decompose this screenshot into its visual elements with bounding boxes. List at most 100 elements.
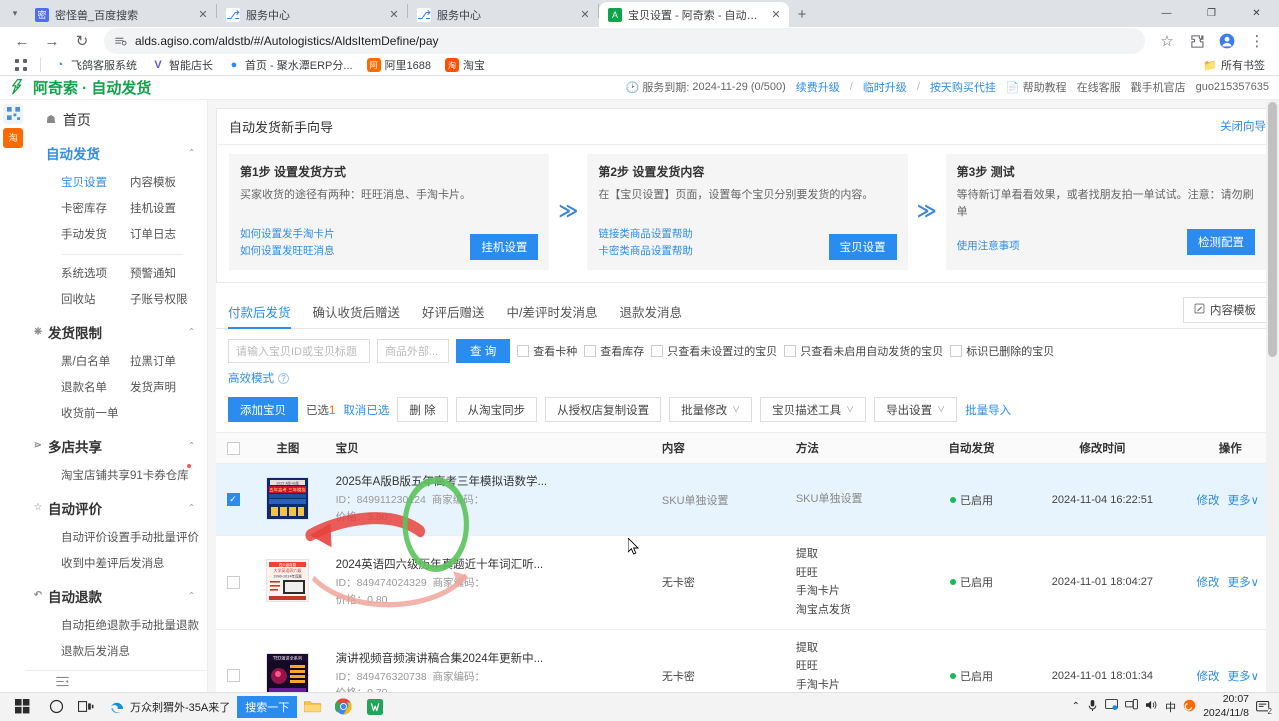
new-tab-button[interactable]: + <box>789 1 815 27</box>
link-temp-upgrade[interactable]: 临时升级 <box>863 79 907 95</box>
cortana-search-button[interactable] <box>42 693 71 721</box>
product-thumbnail[interactable]: TED演讲全系列 <box>266 653 309 692</box>
taobao-icon[interactable]: 淘 <box>3 128 23 148</box>
sidebar-collapse-button[interactable] <box>26 670 207 692</box>
maximize-button[interactable]: ❐ <box>1189 0 1234 27</box>
sidebar-item-home[interactable]: ☗ 首页 <box>26 104 207 136</box>
sidebar-item-order-log[interactable]: 订单日志 <box>130 221 199 247</box>
minimize-button[interactable]: — <box>1144 0 1189 27</box>
table-row[interactable]: TED演讲全系列 <box>216 629 1279 692</box>
checkbox-only-unset-items[interactable]: 只查看未设置过的宝贝 <box>651 343 777 359</box>
edit-link[interactable]: 修改 <box>1196 577 1219 589</box>
checkbox-box[interactable] <box>651 345 663 357</box>
task-view-button[interactable] <box>71 693 101 721</box>
bookmark-item-0[interactable]: ◔ 飞鸽客服系统 <box>47 55 143 75</box>
sidebar-item-refund-list[interactable]: 退款名单 <box>61 374 130 400</box>
wizard-link-wangwang-msg[interactable]: 如何设置发旺旺消息 <box>240 244 335 260</box>
checkbox-box[interactable] <box>584 345 596 357</box>
copy-from-authorized-shop-button[interactable]: 从授权店复制设置 <box>545 397 661 422</box>
app-logo[interactable]: 阿奇索 · 自动发货 <box>8 77 151 98</box>
tab-close-icon[interactable]: ✕ <box>578 8 592 22</box>
forward-button[interactable]: → <box>38 27 66 55</box>
sidebar-item-guaji-settings[interactable]: 挂机设置 <box>130 195 199 221</box>
sidebar-item-after-refund-msg[interactable]: 退款后发消息 <box>61 638 199 664</box>
mobile-shop-link[interactable]: 戳手机官店 <box>1131 79 1186 95</box>
product-title[interactable]: 2024英语四六级历年真题近十年词汇听... <box>336 556 648 572</box>
batch-edit-button[interactable]: 批量修改 ∨ <box>669 397 752 422</box>
sidebar-item-alert-notify[interactable]: 预警通知 <box>130 260 199 286</box>
network-icon[interactable] <box>1125 699 1138 714</box>
product-thumbnail[interactable]: 2025 A版+B版 五年高考 三年模拟 <box>266 477 309 520</box>
baobei-settings-button[interactable]: 宝贝设置 <box>829 234 897 260</box>
online-service-link[interactable]: 在线客服 <box>1077 79 1121 95</box>
sidebar-item-taobao-shop-share[interactable]: 淘宝店铺共享 <box>61 462 130 488</box>
sidebar-item-bad-review-msg[interactable]: 收到中差评后发消息 <box>61 550 199 576</box>
add-item-button[interactable]: 添加宝贝 <box>228 397 298 422</box>
tray-chevron-icon[interactable]: ⌃ <box>1072 701 1080 712</box>
content-template-button[interactable]: 内容模板 <box>1183 297 1267 323</box>
tab-list-chevron-icon[interactable]: ▾ <box>4 0 26 27</box>
sogou-icon[interactable] <box>1183 699 1196 715</box>
check-config-button[interactable]: 检测配置 <box>1187 229 1255 255</box>
checkbox-box[interactable] <box>784 345 796 357</box>
row-checkbox-cell[interactable] <box>216 629 250 692</box>
select-all-checkbox[interactable] <box>227 442 240 455</box>
edit-link[interactable]: 修改 <box>1196 671 1219 683</box>
tab-close-icon[interactable]: ✕ <box>196 8 210 22</box>
help-tutorial[interactable]: 📄 帮助教程 <box>1006 79 1067 95</box>
browser-tab-2[interactable]: ⎇ 服务中心 ✕ <box>408 2 598 27</box>
ime-indicator[interactable]: 中 <box>1165 699 1176 715</box>
sidebar-group-header-auto-ship[interactable]: 自动发货 ⌃ <box>26 138 207 168</box>
delete-button[interactable]: 删 除 <box>397 397 447 422</box>
product-title[interactable]: 演讲视频音频演讲稿合集2024年更新中... <box>336 650 648 666</box>
checkbox-box[interactable] <box>517 345 529 357</box>
sidebar-group-header-ship-limit[interactable]: ⎈ 发货限制 ⌃ <box>26 317 207 347</box>
back-button[interactable]: ← <box>8 27 36 55</box>
address-bar[interactable]: alds.agiso.com/aldstb/#/Autologistics/Al… <box>104 28 1145 54</box>
wizard-link-shoutao-card[interactable]: 如何设置发手淘卡片 <box>240 227 335 243</box>
sidebar-item-system-options[interactable]: 系统选项 <box>61 260 130 286</box>
bookmark-item-1[interactable]: V 智能店长 <box>145 55 219 75</box>
wizard-link-card-goods-help[interactable]: 卡密类商品设置帮助 <box>598 244 693 260</box>
sidebar-item-auto-reject-refund[interactable]: 自动拒绝退款 <box>61 612 130 638</box>
close-window-button[interactable]: ✕ <box>1234 0 1279 27</box>
row-checkbox-cell[interactable]: ✓ <box>216 464 250 536</box>
header-select-all[interactable] <box>216 433 250 464</box>
checkbox-view-card-type[interactable]: 查看卡种 <box>517 343 577 359</box>
cancel-selection-link[interactable]: 取消已选 <box>343 402 389 418</box>
sidebar-item-subaccount-perm[interactable]: 子账号权限 <box>130 286 199 312</box>
product-thumbnail[interactable]: 四六级真题 大学英语四六级 1990-2024年真题 <box>266 559 309 602</box>
taskbar-chrome[interactable] <box>328 693 359 721</box>
sidebar-item-manual-batch-review[interactable]: 手动批量评价 <box>130 524 199 550</box>
item-id-input[interactable]: 请输入宝贝ID或宝贝标题 <box>228 339 370 363</box>
table-row[interactable]: ✓ 2025 A版+B版 五年高考 三年模拟 <box>216 464 1279 536</box>
sidebar-item-black-white-list[interactable]: 黑/白名单 <box>61 348 130 374</box>
bookmark-star-icon[interactable]: ☆ <box>1153 27 1181 55</box>
tab-close-icon[interactable]: ✕ <box>769 8 783 22</box>
sidebar-item-auto-review-settings[interactable]: 自动评价设置 <box>61 524 130 550</box>
profile-avatar-icon[interactable] <box>1213 27 1241 55</box>
apps-grid-icon[interactable] <box>8 56 34 74</box>
browser-tab-0[interactable]: 密 密怪兽_百度搜索 ✕ <box>26 2 216 27</box>
volume-icon[interactable] <box>1145 699 1158 714</box>
more-link[interactable]: 更多∨ <box>1228 671 1259 683</box>
bookmark-item-2[interactable]: ● 首页 - 聚水潭ERP分... <box>221 55 359 75</box>
sidebar-item-manual-ship[interactable]: 手动发货 <box>61 221 130 247</box>
sidebar-item-recycle-bin[interactable]: 回收站 <box>61 286 130 312</box>
checkbox-only-disabled-autoship[interactable]: 只查看未启用自动发货的宝贝 <box>784 343 943 359</box>
sidebar-item-manual-batch-refund[interactable]: 手动批量退款 <box>130 612 199 638</box>
row-checkbox-cell[interactable] <box>216 535 250 629</box>
taskbar-search-window[interactable]: 搜索一下 <box>237 696 297 718</box>
efficient-mode-link[interactable]: 高效模式 ? <box>228 370 1267 386</box>
taskbar-ie-window[interactable]: 万众刺猬外-35A来了 <box>101 693 237 721</box>
sidebar-item-card-stock[interactable]: 卡密库存 <box>61 195 130 221</box>
product-title[interactable]: 2025年A版B版五年高考三年模拟语数学... <box>336 473 648 489</box>
browser-tab-1[interactable]: ⎇ 服务中心 ✕ <box>217 2 407 27</box>
browser-tab-3-active[interactable]: A 宝贝设置 - 阿奇索 - 自动发货 ✕ <box>599 2 789 27</box>
extensions-icon[interactable] <box>1183 27 1211 55</box>
taskbar-wps[interactable] <box>359 693 390 721</box>
sidebar-group-header-auto-review[interactable]: ☆ 自动评价 ⌃ <box>26 493 207 523</box>
guaji-settings-button[interactable]: 挂机设置 <box>470 234 538 260</box>
wizard-link-link-goods-help[interactable]: 链接类商品设置帮助 <box>598 227 693 243</box>
kebab-menu-icon[interactable]: ⋮ <box>1243 27 1271 55</box>
